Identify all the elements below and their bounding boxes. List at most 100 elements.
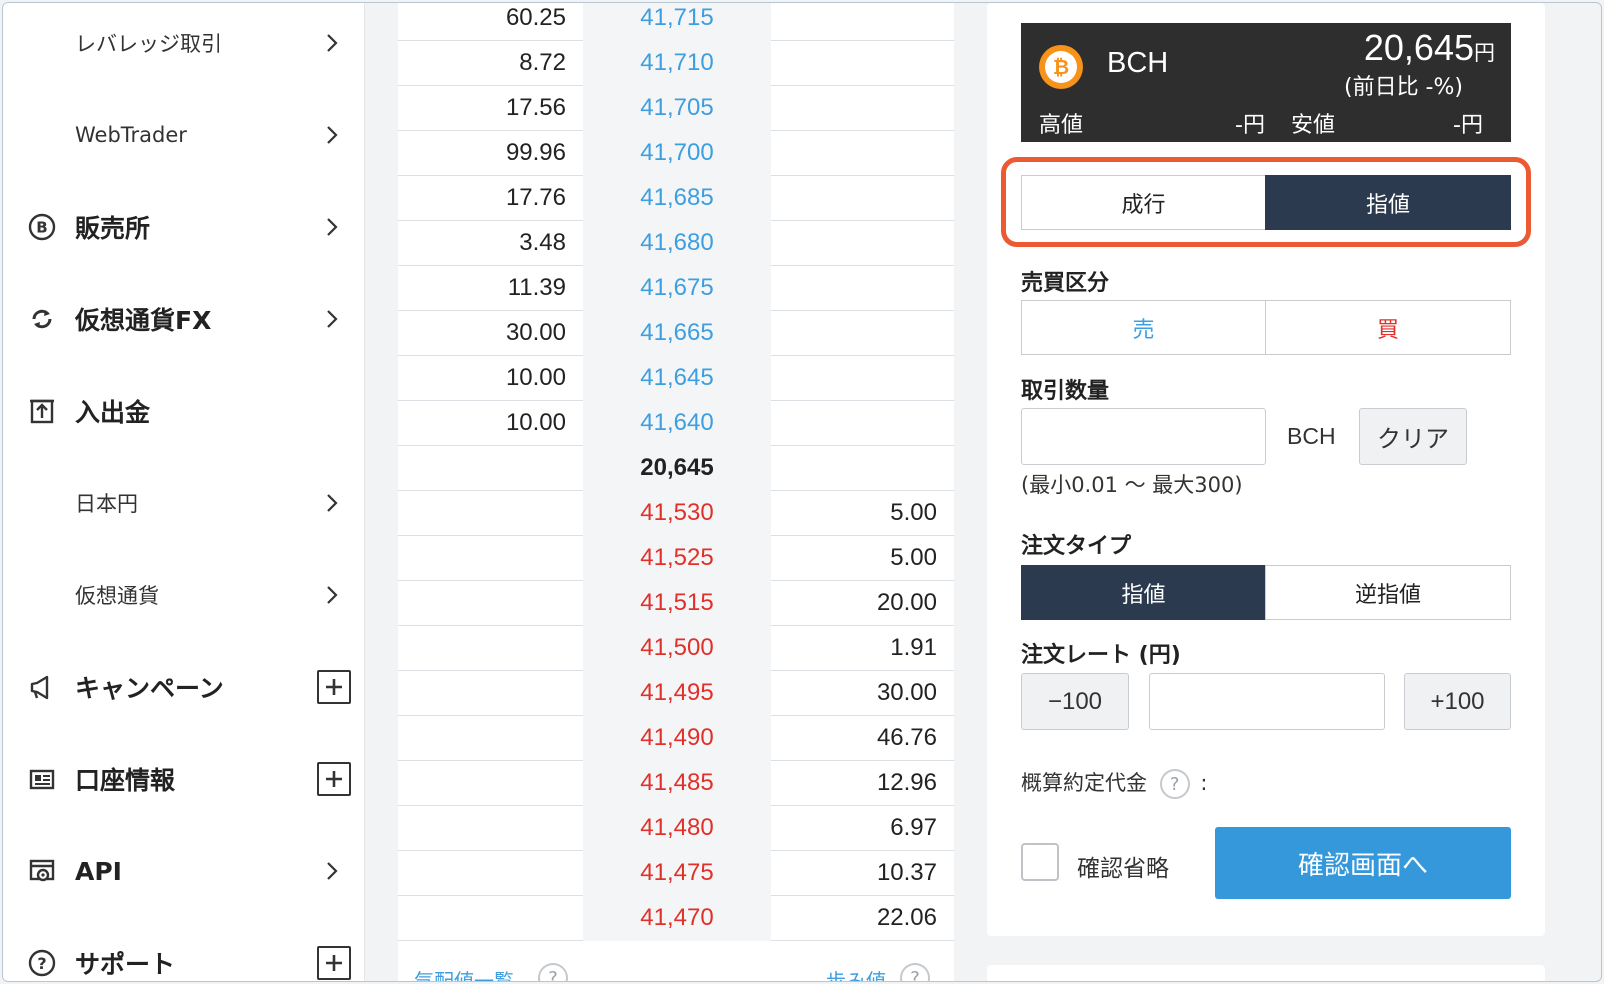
high-value: -円 — [1235, 113, 1265, 138]
ask-row[interactable]: 17.56 41,705 — [398, 85, 954, 131]
ticker-header: ₿ BCH 20,645円 (前日比 -%) 高値 -円 安値 -円 — [1021, 23, 1511, 142]
order-book-footer: 気配値一覧 ? 歩み値 ? — [398, 963, 954, 981]
sidebar-item-label: WebTrader — [75, 123, 187, 147]
ask-row[interactable]: 10.00 41,645 — [398, 355, 954, 401]
ask-amount: 17.76 — [505, 184, 566, 211]
sidebar-item[interactable]: WebTrader — [3, 105, 365, 165]
bid-row[interactable]: 41,525 5.00 — [398, 535, 954, 581]
ask-price: 41,675 — [640, 274, 714, 301]
bid-row[interactable]: 41,475 10.37 — [398, 850, 954, 896]
empty-cell — [771, 400, 937, 446]
chevron-right-icon[interactable] — [321, 32, 343, 54]
board-list-link[interactable]: 気配値一覧 — [414, 965, 514, 981]
tab-market-order[interactable]: 成行 — [1021, 175, 1266, 230]
bid-amount: 5.00 — [890, 499, 937, 526]
sidebar-item[interactable]: 口座情報 — [3, 749, 365, 809]
empty-cell — [398, 760, 566, 806]
confirm-button[interactable]: 確認画面へ — [1215, 827, 1511, 899]
tab-limit-order[interactable]: 指値 — [1265, 175, 1511, 230]
tab-type-limit[interactable]: 指値 — [1021, 565, 1266, 620]
chevron-right-icon[interactable] — [321, 492, 343, 514]
expand-plus-icon[interactable] — [317, 762, 351, 796]
help-icon[interactable]: ? — [900, 963, 930, 981]
ask-row[interactable]: 3.48 41,680 — [398, 220, 954, 266]
sidebar-item-label: サポート — [75, 950, 176, 979]
estimate-label: 概算約定代金 — [1021, 771, 1147, 795]
sidebar-item[interactable]: 日本円 — [3, 473, 365, 533]
bitcoin-cash-coin-icon: ₿ — [1039, 45, 1083, 89]
empty-cell — [398, 805, 566, 851]
chevron-right-icon[interactable] — [321, 860, 343, 882]
ask-row[interactable]: 10.00 41,640 — [398, 400, 954, 446]
help-icon[interactable]: ? — [1159, 769, 1190, 799]
sidebar-item-label: 仮想通貨FX — [75, 306, 212, 335]
empty-cell — [771, 175, 937, 221]
sidebar-item[interactable]: キャンペーン — [3, 657, 365, 717]
ask-amount: 8.72 — [519, 49, 566, 76]
buy-button[interactable]: 買 — [1265, 300, 1511, 355]
sidebar-item-label: 販売所 — [75, 214, 151, 243]
bid-amount: 46.76 — [876, 724, 937, 751]
tab-type-stop[interactable]: 逆指値 — [1265, 565, 1511, 620]
bid-row[interactable]: 41,485 12.96 — [398, 760, 954, 806]
current-price-row[interactable]: 20,645 — [398, 445, 954, 491]
chevron-right-icon[interactable] — [321, 584, 343, 606]
expand-plus-icon[interactable] — [317, 670, 351, 704]
ask-row[interactable]: 30.00 41,665 — [398, 310, 954, 356]
bid-price: 41,475 — [640, 859, 714, 886]
sidebar-item[interactable]: ? サポート — [3, 933, 365, 981]
sidebar-item[interactable]: B 販売所 — [3, 197, 365, 257]
empty-cell — [398, 535, 566, 581]
chevron-right-icon[interactable] — [321, 308, 343, 330]
ticker-price-unit: 円 — [1474, 42, 1495, 65]
sidebar-nav: レバレッジ取引 WebTrader B 販売所仮想通貨FX 入出金日本円仮想通貨キャンペ… — [3, 3, 365, 981]
ticker-symbol: BCH — [1107, 47, 1169, 79]
bid-amount: 5.00 — [890, 544, 937, 571]
sell-button[interactable]: 売 — [1021, 300, 1266, 355]
ask-row[interactable]: 60.25 41,715 — [398, 3, 954, 41]
ask-row[interactable]: 8.72 41,710 — [398, 40, 954, 86]
trade-history-link[interactable]: 歩み値 — [826, 965, 886, 981]
ask-row[interactable]: 17.76 41,685 — [398, 175, 954, 221]
bid-row[interactable]: 41,515 20.00 — [398, 580, 954, 626]
chevron-right-icon[interactable] — [321, 124, 343, 146]
rate-plus-button[interactable]: +100 — [1404, 673, 1511, 730]
empty-cell — [771, 130, 937, 176]
empty-cell — [398, 850, 566, 896]
bid-row[interactable]: 41,495 30.00 — [398, 670, 954, 716]
sidebar-item[interactable]: 仮想通貨 — [3, 565, 365, 625]
bid-row[interactable]: 41,500 1.91 — [398, 625, 954, 671]
ticker-price: 20,645円 — [1364, 27, 1495, 69]
quantity-input[interactable] — [1021, 408, 1266, 465]
bid-row[interactable]: 41,480 6.97 — [398, 805, 954, 851]
empty-cell — [398, 580, 566, 626]
empty-cell — [771, 85, 937, 131]
bid-row[interactable]: 41,470 22.06 — [398, 895, 954, 941]
sidebar-item[interactable]: API — [3, 841, 365, 901]
ask-price: 41,665 — [640, 319, 714, 346]
ask-row[interactable]: 99.96 41,700 — [398, 130, 954, 176]
chevron-right-icon[interactable] — [321, 216, 343, 238]
sidebar-item-label: 仮想通貨 — [75, 584, 159, 608]
quantity-limit-note: (最小0.01 〜 最大300) — [1021, 473, 1243, 497]
rate-minus-button[interactable]: −100 — [1021, 673, 1129, 730]
skip-confirm-checkbox[interactable] — [1021, 843, 1059, 881]
skip-confirm-label: 確認省略 — [1077, 856, 1169, 882]
expand-plus-icon[interactable] — [317, 946, 351, 980]
ask-price: 41,700 — [640, 139, 714, 166]
svg-text:?: ? — [37, 954, 46, 973]
rate-input[interactable] — [1149, 673, 1385, 730]
sidebar-item[interactable]: 仮想通貨FX — [3, 289, 365, 349]
help-icon[interactable]: ? — [538, 963, 568, 981]
bid-row[interactable]: 41,530 5.00 — [398, 490, 954, 536]
sidebar-item[interactable]: レバレッジ取引 — [3, 13, 365, 73]
bid-row[interactable]: 41,490 46.76 — [398, 715, 954, 761]
bid-amount: 12.96 — [876, 769, 937, 796]
ask-price: 41,680 — [640, 229, 714, 256]
clear-button[interactable]: クリア — [1359, 408, 1467, 465]
sidebar-item[interactable]: 入出金 — [3, 381, 365, 441]
empty-cell — [398, 715, 566, 761]
current-price: 20,645 — [640, 454, 714, 481]
ask-row[interactable]: 11.39 41,675 — [398, 265, 954, 311]
high-label: 高値 — [1039, 113, 1084, 138]
